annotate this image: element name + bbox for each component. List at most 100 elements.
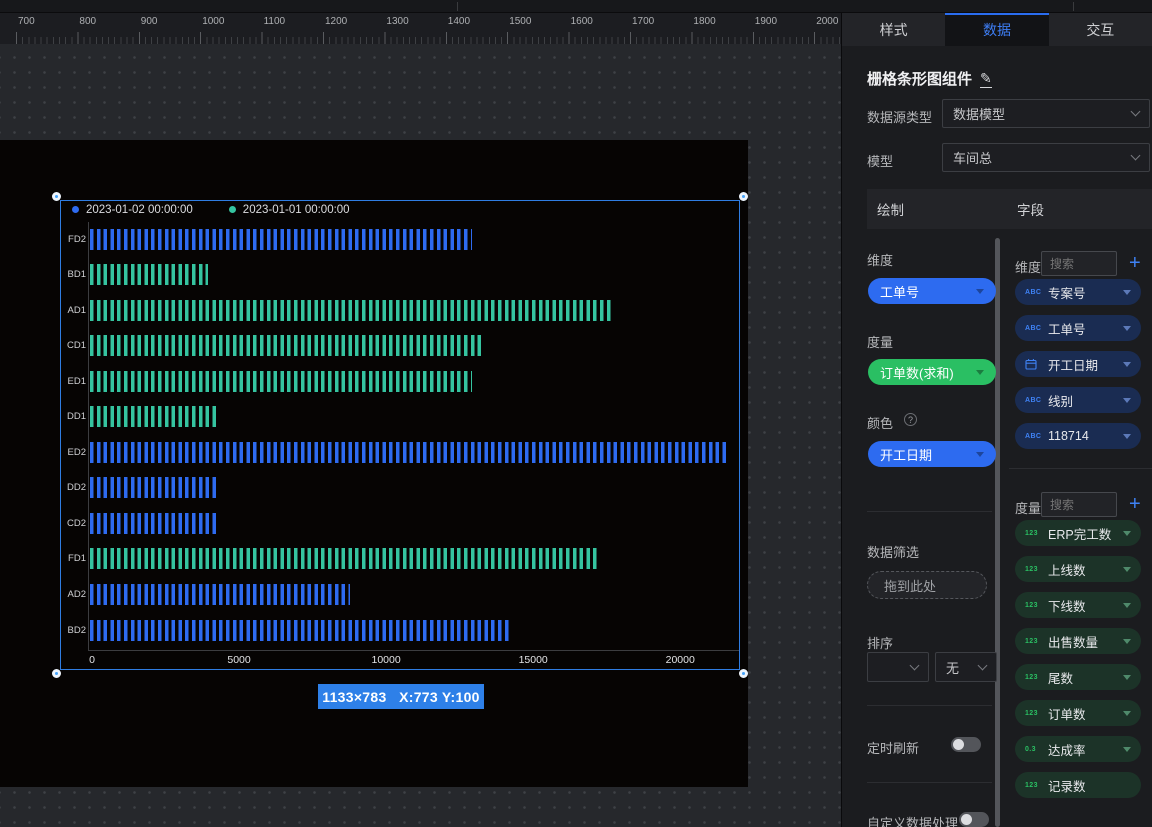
top-toolbar: [0, 0, 1152, 13]
edit-pencil-icon[interactable]: ✎: [980, 70, 992, 88]
divider: [867, 705, 992, 706]
field-name: ERP完工数: [1048, 524, 1111, 543]
ruler-number: 1200: [325, 16, 347, 27]
bar[interactable]: [90, 477, 218, 498]
measure-field-pill[interactable]: 0.3达成率: [1015, 736, 1141, 762]
chevron-down-icon: [1131, 151, 1141, 161]
subtab-draw[interactable]: 绘制: [877, 199, 904, 219]
bar-row: AD2: [60, 584, 740, 605]
dimension-field-pill[interactable]: ABC工单号: [1015, 315, 1141, 341]
dimension-pill[interactable]: 工单号: [868, 278, 996, 304]
measure-field-pill[interactable]: 123 ERP完工数: [1015, 520, 1141, 546]
measure-field-pill[interactable]: 123上线数: [1015, 556, 1141, 582]
model-select[interactable]: 车间总: [942, 143, 1150, 172]
legend-dot-icon: [229, 206, 236, 213]
measure-field-pill[interactable]: 123出售数量: [1015, 628, 1141, 654]
auto-refresh-label: 定时刷新: [867, 738, 919, 757]
ruler-number: 1700: [632, 16, 654, 27]
bar-category-label: AD2: [60, 584, 86, 605]
datasource-type-select[interactable]: 数据模型: [942, 99, 1150, 128]
bar[interactable]: [90, 406, 218, 427]
bar-category-label: AD1: [60, 300, 86, 321]
tab-data[interactable]: 数据: [945, 13, 1048, 46]
bar[interactable]: [90, 300, 611, 321]
resize-handle-top-left[interactable]: [52, 192, 61, 201]
bar[interactable]: [90, 442, 727, 463]
auto-refresh-toggle[interactable]: [951, 737, 981, 752]
bar[interactable]: [90, 620, 511, 641]
chevron-down-icon: [1123, 290, 1131, 295]
panel-tabs: 样式 数据 交互: [842, 13, 1152, 46]
add-dimension-button[interactable]: +: [1129, 253, 1141, 273]
field-name: 上线数: [1048, 560, 1086, 579]
ruler-number: 1800: [693, 16, 715, 27]
measure-label: 度量: [867, 332, 893, 351]
legend-item[interactable]: 2023-01-01 00:00:00: [229, 204, 350, 216]
dimension-field-pill[interactable]: ABC 线别: [1015, 387, 1141, 413]
legend-label: 2023-01-02 00:00:00: [86, 204, 193, 216]
legend-item[interactable]: 2023-01-02 00:00:00: [72, 204, 193, 216]
bar-row: AD1: [60, 300, 740, 321]
field-name: 开工日期: [1048, 355, 1098, 374]
x-axis-tick-label: 5000: [227, 654, 250, 666]
field-type-icon: 123: [1025, 530, 1042, 537]
sort-field-select[interactable]: [867, 652, 929, 682]
help-icon[interactable]: ?: [904, 413, 917, 426]
model-label: 模型: [867, 151, 893, 170]
bar-row: FD2: [60, 229, 740, 250]
subtab-fields[interactable]: 字段: [1017, 199, 1044, 219]
scrollbar-thumb[interactable]: [995, 238, 1000, 827]
dimension-field-pill[interactable]: ABC118714: [1015, 423, 1141, 449]
field-name: 工单号: [1048, 319, 1086, 338]
bar[interactable]: [90, 335, 481, 356]
chevron-down-icon: [976, 452, 984, 457]
color-pill[interactable]: 开工日期: [868, 441, 996, 467]
bar[interactable]: [90, 584, 350, 605]
measure-field-pill[interactable]: 123尾数: [1015, 664, 1141, 690]
bar-category-label: CD2: [60, 513, 86, 534]
sort-order-select[interactable]: 无: [935, 652, 997, 682]
tab-interaction[interactable]: 交互: [1049, 13, 1152, 46]
dimension-field-pill[interactable]: 开工日期: [1015, 351, 1141, 377]
legend-dot-icon: [72, 206, 79, 213]
resize-handle-bottom-right[interactable]: [739, 669, 748, 678]
field-name: 订单数: [1048, 704, 1086, 723]
grid-bar-chart-component[interactable]: 2023-01-02 00:00:00 2023-01-01 00:00:00 F…: [60, 200, 740, 670]
measure-field-pill[interactable]: 123记录数: [1015, 772, 1141, 798]
bar[interactable]: [90, 548, 597, 569]
measure-search-input[interactable]: [1041, 492, 1117, 517]
ruler-number: 1600: [571, 16, 593, 27]
toolbar-separator: [1073, 2, 1074, 11]
artboard[interactable]: 2023-01-02 00:00:00 2023-01-01 00:00:00 F…: [0, 140, 748, 787]
ruler-number: 800: [79, 16, 96, 27]
measure-field-pill[interactable]: 123 订单数: [1015, 700, 1141, 726]
ruler-number: 1000: [202, 16, 224, 27]
field-type-icon: 123: [1025, 602, 1042, 609]
chevron-down-icon: [1123, 603, 1131, 608]
custom-processing-toggle[interactable]: [959, 812, 989, 827]
sub-tabs: 绘制 字段: [867, 189, 1152, 229]
add-measure-button[interactable]: +: [1129, 494, 1141, 514]
tab-style[interactable]: 样式: [842, 13, 945, 46]
dimension-field-pill[interactable]: ABC专案号: [1015, 279, 1141, 305]
field-name: 线别: [1048, 391, 1073, 410]
field-type-icon: ABC: [1025, 397, 1042, 404]
editor-canvas[interactable]: 2023-01-02 00:00:00 2023-01-01 00:00:00 F…: [0, 44, 841, 827]
filter-dropzone[interactable]: 拖到此处: [867, 571, 987, 599]
resize-handle-top-right[interactable]: [739, 192, 748, 201]
bar[interactable]: [90, 264, 208, 285]
bar[interactable]: [90, 229, 472, 250]
bar-row: CD1: [60, 335, 740, 356]
app-window: 7008009001000110012001300140015001600170…: [0, 0, 1152, 827]
bar-category-label: BD1: [60, 264, 86, 285]
chevron-down-icon: [1123, 434, 1131, 439]
bar[interactable]: [90, 371, 472, 392]
field-type-icon: 123: [1025, 710, 1042, 717]
dimension-search-input[interactable]: [1041, 251, 1117, 276]
horizontal-ruler: 7008009001000110012001300140015001600170…: [0, 13, 841, 44]
resize-handle-bottom-left[interactable]: [52, 669, 61, 678]
bar[interactable]: [90, 513, 218, 534]
measure-field-pill[interactable]: 123下线数: [1015, 592, 1141, 618]
measure-pill[interactable]: 订单数(求和): [868, 359, 996, 385]
fields-measure-label: 度量: [1015, 498, 1041, 517]
